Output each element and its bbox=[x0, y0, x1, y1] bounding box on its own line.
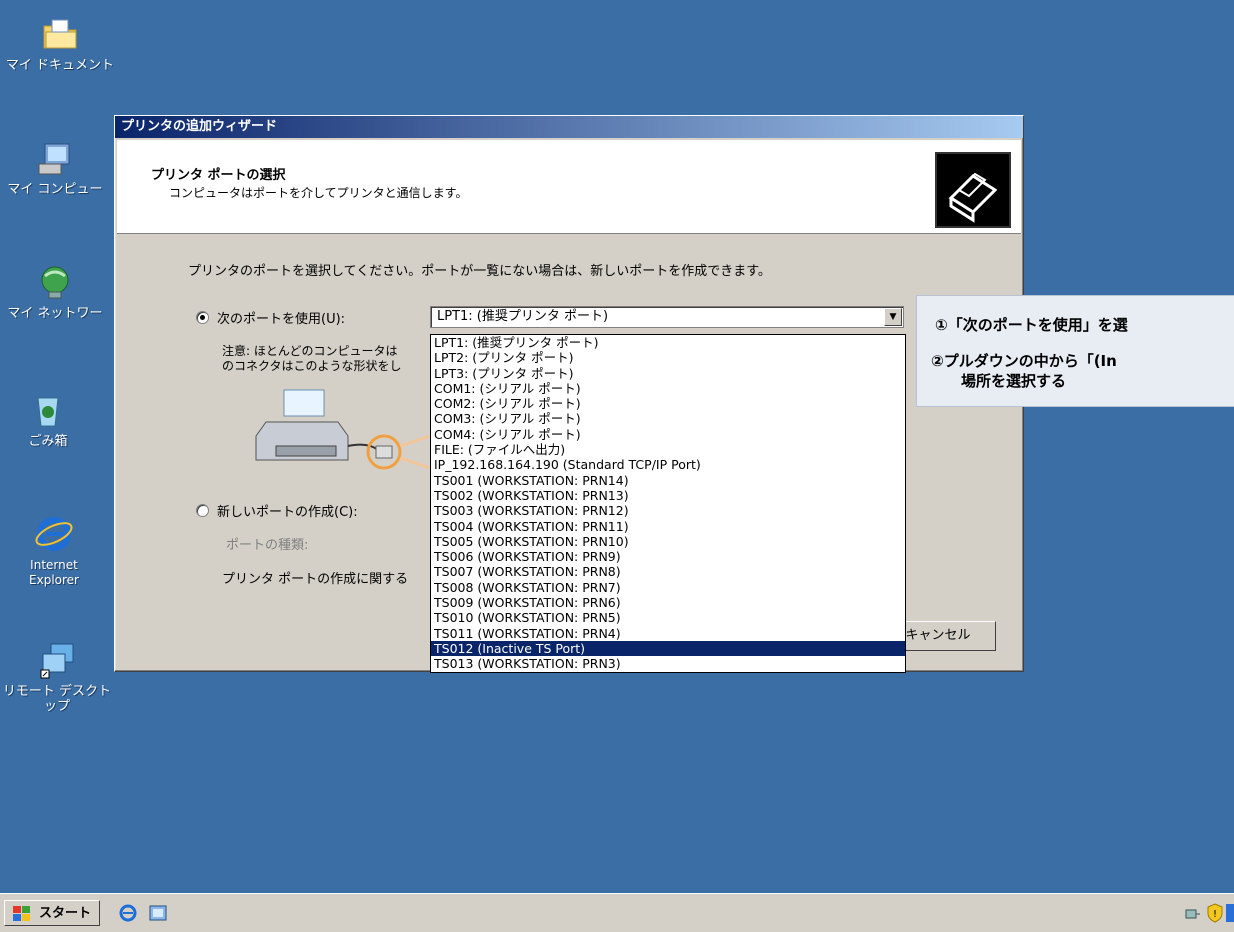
port-dropdown-list[interactable]: LPT1: (推奨プリンタ ポート) LPT2: (プリンタ ポート) LPT3… bbox=[430, 334, 906, 673]
new-port-label: 新しいポートの作成(C): bbox=[217, 505, 358, 520]
instruction-annotation: ①「次のポートを使用」を選 ②プルダウンの中から「(In 場所を選択する bbox=[916, 295, 1234, 407]
dropdown-option[interactable]: TS011 (WORKSTATION: PRN4) bbox=[431, 626, 905, 641]
dropdown-option-selected[interactable]: TS012 (Inactive TS Port) bbox=[431, 640, 905, 657]
svg-text:!: ! bbox=[1213, 909, 1217, 920]
desktop-icon-label: マイ ネットワー bbox=[7, 306, 103, 321]
new-port-radio[interactable]: 新しいポートの作成(C): bbox=[196, 501, 358, 520]
dropdown-option[interactable]: TS003 (WORKSTATION: PRN12) bbox=[431, 503, 905, 518]
dropdown-option[interactable]: COM2: (シリアル ポート) bbox=[431, 396, 905, 411]
windows-flag-icon bbox=[13, 906, 31, 922]
annotation-step-2: ②プルダウンの中から「(In bbox=[931, 352, 1117, 370]
create-port-info-text: プリンタ ポートの作成に関する bbox=[222, 572, 409, 587]
desktop-icon-label: リモート デスクトップ bbox=[2, 684, 112, 714]
note-line-2: のコネクタはこのような形状をし bbox=[222, 359, 402, 373]
system-tray: ! bbox=[1154, 898, 1234, 928]
network-tray-icon[interactable] bbox=[1184, 904, 1202, 922]
dropdown-option[interactable]: LPT2: (プリンタ ポート) bbox=[431, 350, 905, 365]
dropdown-option[interactable]: TS010 (WORKSTATION: PRN5) bbox=[431, 610, 905, 625]
printer-connection-illustration bbox=[254, 386, 434, 476]
dropdown-option[interactable]: COM3: (シリアル ポート) bbox=[431, 411, 905, 426]
dropdown-option[interactable]: TS006 (WORKSTATION: PRN9) bbox=[431, 549, 905, 564]
dropdown-option[interactable]: TS002 (WORKSTATION: PRN13) bbox=[431, 488, 905, 503]
desktop-icon-recycle-bin[interactable]: ごみ箱 bbox=[0, 390, 98, 449]
dropdown-option[interactable]: TS001 (WORKSTATION: PRN14) bbox=[431, 473, 905, 488]
dropdown-option[interactable]: COM4: (シリアル ポート) bbox=[431, 427, 905, 442]
use-port-radio[interactable]: 次のポートを使用(U): bbox=[196, 308, 345, 327]
ie-quicklaunch-icon[interactable] bbox=[118, 903, 138, 923]
desktop-icon-remote-desktop[interactable]: リモート デスクトップ bbox=[2, 640, 112, 714]
desktop-icon-internet-explorer[interactable]: Internet Explorer bbox=[26, 514, 82, 588]
annotation-step-2-cont: 場所を選択する bbox=[961, 372, 1067, 390]
remote-desktop-icon bbox=[37, 640, 77, 680]
security-shield-icon[interactable]: ! bbox=[1206, 903, 1224, 923]
computer-icon bbox=[35, 138, 75, 178]
desktop-icon-my-documents[interactable]: マイ ドキュメント bbox=[0, 14, 120, 73]
printer-wizard-icon bbox=[935, 152, 1011, 228]
desktop-icon-label: ごみ箱 bbox=[28, 434, 68, 449]
dropdown-option[interactable]: LPT3: (プリンタ ポート) bbox=[431, 366, 905, 381]
instruction-text: プリンタのポートを選択してください。ポートが一覧にない場合は、新しいポートを作成… bbox=[188, 264, 771, 279]
start-label: スタート bbox=[39, 906, 92, 921]
dropdown-option[interactable]: TS004 (WORKSTATION: PRN11) bbox=[431, 519, 905, 534]
taskbar: スタート ! bbox=[0, 893, 1234, 932]
desktop-icon-my-computer[interactable]: マイ コンピュー bbox=[0, 138, 114, 197]
recycle-bin-icon bbox=[28, 390, 68, 430]
wizard-header: プリンタ ポートの選択 コンピュータはポートを介してプリンタと通信します。 bbox=[117, 140, 1021, 234]
desktop-icon-label: マイ ドキュメント bbox=[5, 58, 115, 73]
tray-overflow-icon[interactable] bbox=[1226, 904, 1234, 922]
port-type-label: ポートの種類: bbox=[226, 538, 309, 553]
show-desktop-icon[interactable] bbox=[148, 903, 168, 923]
network-icon bbox=[35, 262, 75, 302]
header-title: プリンタ ポートの選択 bbox=[151, 168, 286, 183]
dropdown-option[interactable]: FILE: (ファイルへ出力) bbox=[431, 442, 905, 457]
radio-button-checked[interactable] bbox=[196, 311, 209, 324]
dropdown-option[interactable]: TS005 (WORKSTATION: PRN10) bbox=[431, 534, 905, 549]
annotation-step-1: ①「次のポートを使用」を選 bbox=[935, 316, 1128, 334]
dropdown-option[interactable]: TS007 (WORKSTATION: PRN8) bbox=[431, 564, 905, 579]
desktop-icon-label: Internet Explorer bbox=[29, 558, 79, 587]
desktop-icon-my-network[interactable]: マイ ネットワー bbox=[0, 262, 114, 321]
dropdown-option[interactable]: TS009 (WORKSTATION: PRN6) bbox=[431, 595, 905, 610]
note-line-1: 注意: ほとんどのコンピュータは bbox=[222, 344, 398, 358]
dropdown-option[interactable]: LPT1: (推奨プリンタ ポート) bbox=[431, 335, 905, 350]
radio-button-unchecked[interactable] bbox=[196, 504, 209, 517]
dropdown-option[interactable]: COM1: (シリアル ポート) bbox=[431, 381, 905, 396]
internet-explorer-icon bbox=[34, 514, 74, 554]
folder-icon bbox=[40, 14, 80, 54]
use-port-label: 次のポートを使用(U): bbox=[217, 312, 346, 327]
combo-selected-value: LPT1: (推奨プリンタ ポート) bbox=[437, 309, 609, 324]
window-title[interactable]: プリンタの追加ウィザード bbox=[115, 116, 1023, 138]
header-subtitle: コンピュータはポートを介してプリンタと通信します。 bbox=[169, 186, 468, 200]
start-button[interactable]: スタート bbox=[4, 900, 100, 926]
dropdown-option[interactable]: TS008 (WORKSTATION: PRN7) bbox=[431, 580, 905, 595]
port-combobox[interactable]: LPT1: (推奨プリンタ ポート) ▼ bbox=[430, 306, 904, 328]
note-text: 注意: ほとんどのコンピュータは のコネクタはこのような形状をし bbox=[222, 344, 434, 374]
desktop-icon-label: マイ コンピュー bbox=[7, 182, 103, 197]
chevron-down-icon[interactable]: ▼ bbox=[884, 308, 902, 326]
dropdown-option[interactable]: IP_192.168.164.190 (Standard TCP/IP Port… bbox=[431, 457, 905, 472]
dropdown-option[interactable]: TS013 (WORKSTATION: PRN3) bbox=[431, 656, 905, 671]
